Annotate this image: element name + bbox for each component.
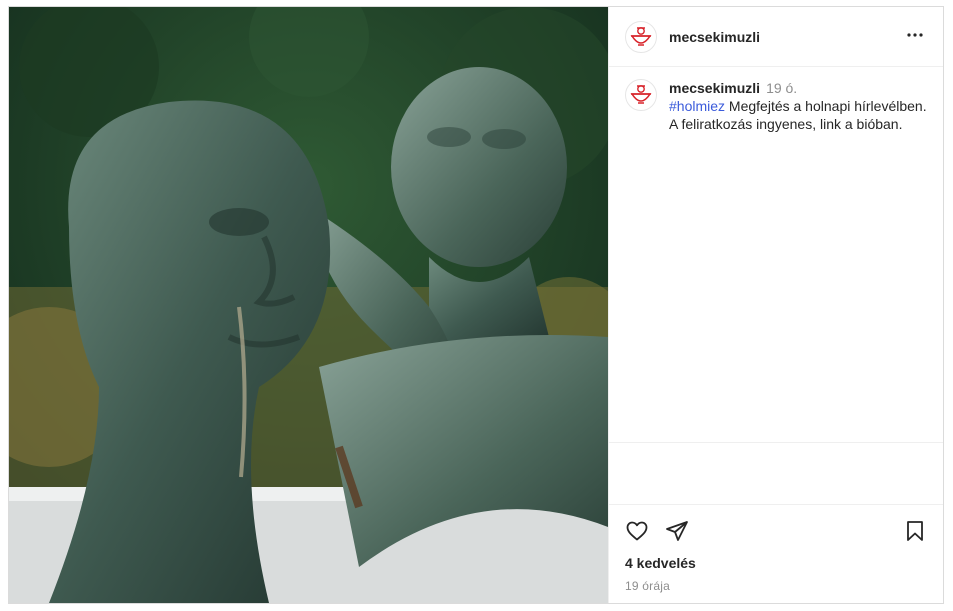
- caption-avatar[interactable]: [625, 79, 657, 111]
- send-icon[interactable]: [665, 519, 689, 543]
- caption-time[interactable]: 19 ó.: [766, 80, 797, 96]
- post-image[interactable]: [9, 7, 608, 603]
- comments-section: mecsekimuzli 19 ó. #holmiez Megfejtés a h…: [609, 67, 943, 443]
- post-side-panel: mecsekimuzli mecsekimuzli 19 ó. #holmiez…: [608, 7, 943, 603]
- logo-icon: [630, 26, 652, 46]
- action-bar: [625, 511, 927, 551]
- heart-icon[interactable]: [625, 519, 649, 543]
- avatar[interactable]: [625, 20, 657, 53]
- post-header: mecsekimuzli: [609, 7, 943, 67]
- hashtag-link[interactable]: #holmiez: [669, 98, 725, 114]
- comments-divider-area: [609, 443, 943, 505]
- caption-text: mecsekimuzli 19 ó. #holmiez Megfejtés a h…: [669, 79, 927, 133]
- actions-section: 4 kedvelés 19 órája: [609, 505, 943, 603]
- caption-username[interactable]: mecsekimuzli: [669, 80, 760, 96]
- logo-icon: [630, 85, 652, 104]
- header-username[interactable]: mecsekimuzli: [669, 29, 760, 45]
- statue-photo: [9, 7, 608, 603]
- post-dialog: mecsekimuzli mecsekimuzli 19 ó. #holmiez…: [8, 6, 944, 604]
- post-timestamp[interactable]: 19 órája: [625, 579, 927, 593]
- likes-count[interactable]: 4 kedvelés: [625, 555, 927, 571]
- caption: mecsekimuzli 19 ó. #holmiez Megfejtés a h…: [625, 79, 927, 133]
- more-horizontal-icon[interactable]: [903, 23, 927, 50]
- bookmark-icon[interactable]: [903, 519, 927, 543]
